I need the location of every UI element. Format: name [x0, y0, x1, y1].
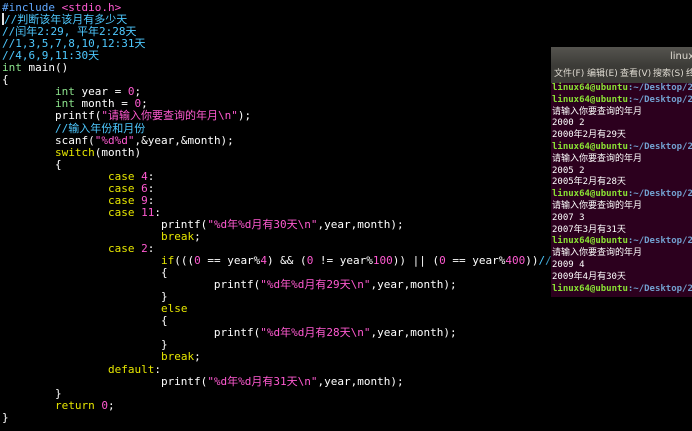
- code-token-plain: );: [237, 109, 252, 123]
- code-token-keyword: break: [160, 229, 195, 243]
- code-token-plain: )): [525, 254, 539, 268]
- menu-search[interactable]: 搜索(S): [653, 66, 684, 83]
- terminal-output-line: 2000年2月有29天: [552, 130, 626, 141]
- code-token-string: "%d年%d月有28天\n": [260, 326, 371, 340]
- code-token-plain: ,year,month);: [370, 278, 457, 292]
- prompt-path: :~/Desktop/2301: [627, 94, 692, 105]
- menu-view[interactable]: 查看(V): [620, 66, 651, 83]
- code-token-plain: }: [2, 410, 9, 424]
- terminal-output-line: 2000 2: [552, 118, 585, 129]
- prompt-user: linux64@ubuntu: [552, 83, 628, 93]
- terminal-prompt-line: linux64@ubuntu:~/Desktop/2301: [552, 284, 692, 295]
- code-token-number: 4: [260, 254, 267, 268]
- terminal-prompt-line: linux64@ubuntu:~/Desktop/2301: [552, 83, 692, 94]
- terminal-prompt-line: linux64@ubuntu:~/Desktop/2301: [552, 142, 692, 153]
- code-token-plain: main(): [21, 61, 69, 75]
- prompt-user: linux64@ubuntu: [552, 142, 628, 152]
- code-token-plain: ) && (: [266, 254, 307, 268]
- code-token-plain: (((: [174, 254, 195, 268]
- code-token-string: "%d年%d月有29天\n": [260, 278, 371, 292]
- menu-file[interactable]: 文件(F): [554, 66, 584, 83]
- terminal-output-line: 2005年2月有28天: [552, 177, 626, 188]
- terminal-prompt-line: linux64@ubuntu:~/Desktop/2301: [552, 95, 692, 106]
- code-line: printf("%d年%d月有31天\n",year,month);: [2, 374, 404, 390]
- code-token-plain: ;: [194, 350, 201, 364]
- code-line: return 0;: [2, 398, 115, 414]
- code-token-number: 0: [194, 254, 201, 268]
- code-token-string: "%d年%d月有31天\n": [207, 374, 318, 388]
- prompt-path: :~/Desktop/2301: [627, 142, 692, 152]
- terminal-output-line: 请输入你要查询的年月: [552, 153, 643, 164]
- code-token-string: "%d年%d月有30天\n": [207, 217, 318, 231]
- terminal-output-line: 2007年3月有31天: [552, 224, 626, 235]
- code-token-plain: ,year,month);: [370, 326, 457, 340]
- terminal-output-line: 2005 2: [552, 165, 585, 176]
- terminal-output-line: 请输入你要查询的年月: [552, 248, 643, 259]
- code-token-number: 100: [372, 254, 393, 268]
- prompt-path: :~/Desktop/2301: [627, 283, 692, 294]
- terminal-title: linux6: [670, 51, 692, 62]
- prompt-user: linux64@ubuntu: [552, 236, 628, 247]
- code-token-plain: == year%: [445, 254, 506, 268]
- code-token-plain: ,year,month);: [317, 374, 404, 388]
- terminal-output-line: 请输入你要查询的年月: [552, 106, 643, 117]
- terminal-prompt-line: linux64@ubuntu:~/Desktop/2301: [552, 236, 692, 247]
- code-token-plain: (month): [94, 145, 142, 159]
- code-token-plain: == year%: [200, 254, 261, 268]
- terminal-titlebar[interactable]: linux6: [551, 47, 692, 66]
- menu-edit[interactable]: 编辑(E): [587, 66, 618, 83]
- prompt-path: :~/Desktop/2301: [627, 189, 692, 200]
- terminal-output-line: 2007 3: [552, 212, 585, 223]
- terminal-menubar: 文件(F) 编辑(E) 查看(V) 搜索(S) 终: [551, 66, 692, 83]
- prompt-user: linux64@ubuntu: [552, 94, 628, 105]
- prompt-path: :~/Desktop/2301: [627, 83, 692, 93]
- terminal-window[interactable]: linux6 文件(F) 编辑(E) 查看(V) 搜索(S) 终 linux64…: [551, 47, 692, 297]
- terminal-output-line: 2009年4月有30天: [552, 271, 626, 282]
- prompt-user: linux64@ubuntu: [552, 283, 628, 294]
- terminal-output-line: 请输入你要查询的年月: [552, 201, 643, 211]
- menu-terminal[interactable]: 终: [686, 66, 692, 83]
- prompt-path: :~/Desktop/2301: [627, 236, 692, 247]
- terminal-prompt-line: linux64@ubuntu:~/Desktop/2301: [552, 189, 692, 200]
- prompt-user: linux64@ubuntu: [552, 189, 628, 200]
- code-token-plain: ;: [107, 398, 115, 412]
- code-token-plain: )) || (: [392, 254, 440, 268]
- code-token-plain: != year%: [313, 254, 373, 268]
- code-token-plain: ,&year,&month);: [134, 133, 234, 147]
- code-line: }: [2, 410, 9, 426]
- code-token-number: 0: [439, 254, 446, 268]
- code-token-number: 400: [505, 254, 526, 268]
- code-token-keyword: break: [160, 350, 195, 364]
- code-token-plain: ;: [194, 229, 201, 243]
- terminal-output-line: 2009 4: [552, 260, 585, 270]
- code-token-plain: ,year,month);: [317, 217, 404, 231]
- code-line: int main(): [2, 60, 68, 76]
- code-token-keyword: return: [54, 398, 95, 412]
- code-token-number: 0: [101, 398, 108, 412]
